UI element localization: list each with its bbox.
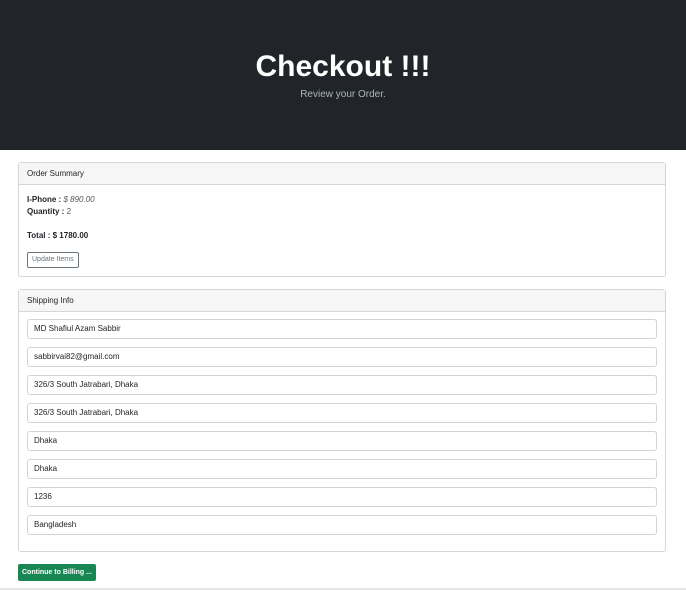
country-field[interactable]: Bangladesh [27,515,657,535]
page-title: Checkout !!! [255,50,431,83]
city-field[interactable]: Dhaka [27,431,657,451]
page-subtitle: Review your Order. [300,89,386,100]
quantity-value: 2 [66,207,72,216]
shipping-info-header: Shipping Info [19,290,665,312]
shipping-info-card: Shipping Info MD Shafiul Azam Sabbir sab… [18,289,666,552]
zipcode-field[interactable]: 1236 [27,487,657,507]
name-field[interactable]: MD Shafiul Azam Sabbir [27,319,657,339]
quantity-line: Quantity : 2 [27,206,71,217]
checkout-hero: Checkout !!! Review your Order. [0,0,686,150]
update-items-button[interactable]: Update Items [27,252,79,268]
state-field[interactable]: Dhaka [27,459,657,479]
continue-to-billing-button[interactable]: Continue to Billing ... [18,564,96,581]
order-summary-card: Order Summary I-Phone : $ 890.00 Quantit… [18,162,666,277]
item-line: I-Phone : $ 890.00 [27,194,95,205]
total-line: Total : $ 1780.00 [27,230,88,241]
item-name: I-Phone : [27,195,62,204]
email-field[interactable]: sabbirvai82@gmail.com [27,347,657,367]
quantity-label: Quantity : [27,207,65,216]
item-price: $ 890.00 [63,195,95,204]
address-field[interactable]: 326/3 South Jatrabari, Dhaka [27,375,657,395]
address-2-field[interactable]: 326/3 South Jatrabari, Dhaka [27,403,657,423]
total-amount: Total : $ 1780.00 [27,231,89,240]
order-summary-header: Order Summary [19,163,665,185]
